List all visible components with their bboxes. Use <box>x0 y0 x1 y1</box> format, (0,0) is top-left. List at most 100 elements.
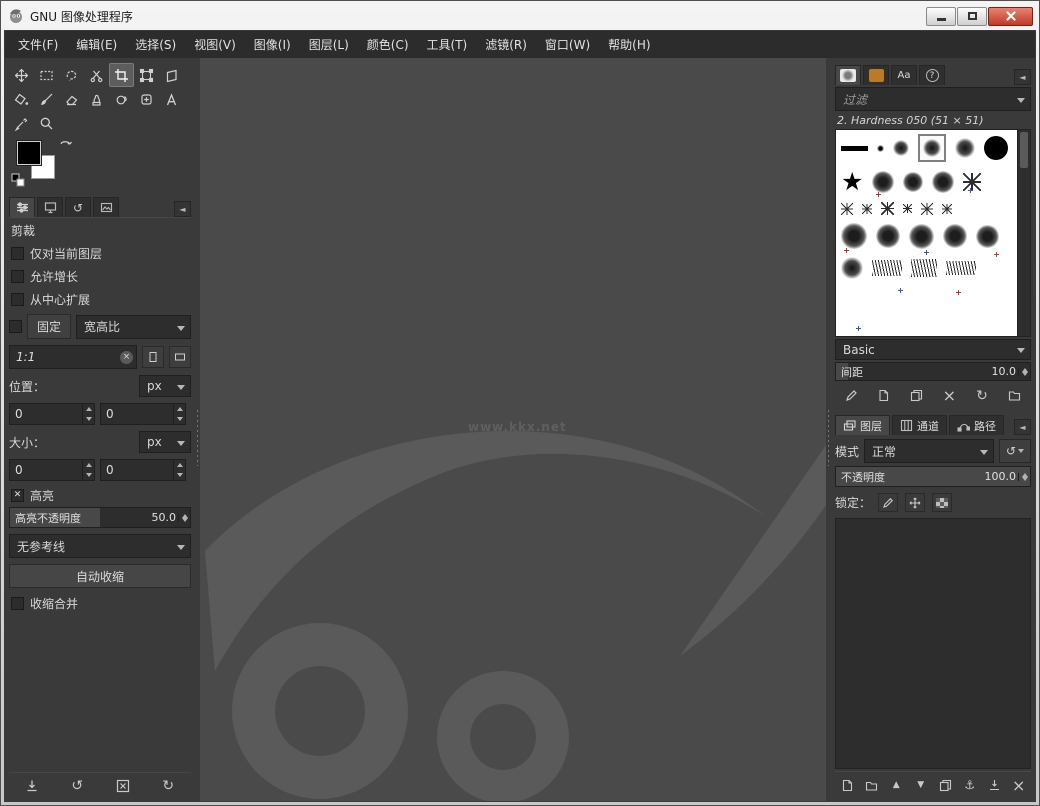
brush-thumbnail[interactable] <box>872 171 895 193</box>
option-current-layer-only[interactable]: 仅对当前图层 <box>9 242 191 265</box>
size-width-spinner[interactable] <box>9 459 95 481</box>
menu-file[interactable]: 文件(F) <box>9 31 67 58</box>
tool-color-picker[interactable] <box>9 111 34 135</box>
brush-thumbnail[interactable] <box>841 223 867 249</box>
brush-thumbnail[interactable] <box>946 261 976 275</box>
brush-thumbnail[interactable] <box>932 171 955 193</box>
checkbox-current-layer-only[interactable] <box>11 247 24 260</box>
brush-thumbnail[interactable] <box>921 202 933 215</box>
tab-tool-options[interactable] <box>9 197 35 217</box>
position-y-spinner[interactable] <box>100 403 186 425</box>
maximize-button[interactable] <box>957 6 987 26</box>
duplicate-brush-button[interactable] <box>904 385 930 407</box>
menu-select[interactable]: 选择(S) <box>126 31 185 58</box>
new-layer-button[interactable] <box>835 774 860 796</box>
tab-undo-history[interactable]: ↺ <box>65 197 91 217</box>
brush-thumbnail[interactable] <box>903 204 912 213</box>
tool-heal[interactable] <box>134 87 159 111</box>
brush-thumbnail[interactable] <box>881 202 894 215</box>
guides-combo[interactable]: 无参考线 <box>9 534 191 558</box>
clear-ratio-icon[interactable]: × <box>120 350 133 364</box>
brush-thumbnail[interactable] <box>976 224 999 248</box>
layer-opacity-slider[interactable]: 不透明度 100.0 <box>835 466 1031 487</box>
tool-zoom[interactable] <box>34 111 59 135</box>
brush-thumbnail[interactable] <box>876 224 900 248</box>
menu-edit[interactable]: 编辑(E) <box>67 31 126 58</box>
tool-bucket-fill[interactable] <box>9 87 34 111</box>
brush-thumbnail[interactable] <box>877 144 884 152</box>
lower-layer-button[interactable]: ▼ <box>909 774 934 796</box>
open-brush-as-image-button[interactable] <box>1002 385 1028 407</box>
menu-tools[interactable]: 工具(T) <box>418 31 477 58</box>
brush-thumbnail[interactable] <box>841 145 868 151</box>
tool-free-select[interactable] <box>59 63 84 87</box>
tab-fonts[interactable]: Aa <box>891 65 917 85</box>
menu-view[interactable]: 视图(V) <box>185 31 245 58</box>
fixed-combo[interactable]: 宽高比 <box>76 314 191 339</box>
close-button[interactable] <box>988 6 1033 26</box>
fixed-label[interactable]: 固定 <box>27 314 72 339</box>
delete-brush-button[interactable]: × <box>936 385 962 407</box>
position-x-spinner[interactable] <box>9 403 95 425</box>
brush-collection-combo[interactable]: Basic <box>835 339 1031 360</box>
brush-thumbnail[interactable]: ★ <box>841 169 863 194</box>
size-height-spinner[interactable] <box>100 459 186 481</box>
tool-text[interactable] <box>159 87 184 111</box>
option-allow-growing[interactable]: 允许增长 <box>9 265 191 288</box>
brush-thumbnail[interactable] <box>955 138 975 158</box>
new-layer-group-button[interactable] <box>860 774 885 796</box>
tab-channels[interactable]: 通道 <box>892 415 947 435</box>
brush-thumbnail-selected[interactable] <box>918 134 946 162</box>
checkbox-expand-from-center[interactable] <box>11 293 24 306</box>
tab-brushes[interactable] <box>835 65 861 85</box>
brush-thumbnail[interactable] <box>942 203 952 214</box>
brush-thumbnail[interactable] <box>903 172 924 192</box>
swap-colors-icon[interactable] <box>59 139 73 153</box>
brush-thumbnail[interactable] <box>911 259 937 277</box>
tool-smudge[interactable] <box>109 87 134 111</box>
save-tool-preset-button[interactable] <box>19 775 45 797</box>
menu-layer[interactable]: 图层(L) <box>300 31 358 58</box>
option-shrink-merged[interactable]: 收缩合并 <box>9 592 191 615</box>
lock-pixels-button[interactable] <box>878 493 899 512</box>
menu-image[interactable]: 图像(I) <box>245 31 300 58</box>
tab-images[interactable] <box>93 197 119 217</box>
menu-windows[interactable]: 窗口(W) <box>536 31 599 58</box>
restore-tool-preset-button[interactable]: ↺ <box>64 775 90 797</box>
tool-crop[interactable] <box>109 63 134 87</box>
raise-layer-button[interactable]: ▲ <box>884 774 909 796</box>
checkbox-shrink-merged[interactable] <box>11 597 24 610</box>
brush-dock-menu-button[interactable]: ◄ <box>1014 69 1031 85</box>
tool-eraser[interactable] <box>59 87 84 111</box>
brush-thumbnail[interactable] <box>841 257 863 279</box>
delete-layer-button[interactable]: × <box>1007 774 1032 796</box>
tool-scissors-select[interactable] <box>84 63 109 87</box>
brush-spacing-slider[interactable]: 间距 10.0 <box>835 362 1031 381</box>
highlight-opacity-slider[interactable]: 高亮不透明度 50.0 <box>9 507 191 528</box>
lock-position-button[interactable] <box>905 493 926 512</box>
layers-list[interactable] <box>835 518 1031 769</box>
brush-grid[interactable]: ★ <box>835 129 1018 337</box>
right-panel-resize-grip[interactable] <box>826 58 831 801</box>
mode-switch-button[interactable]: ↺ <box>999 439 1031 463</box>
foreground-color-swatch[interactable] <box>17 141 41 165</box>
tab-layers[interactable]: 图层 <box>835 415 890 435</box>
edit-brush-button[interactable] <box>838 385 864 407</box>
duplicate-layer-button[interactable] <box>933 774 958 796</box>
tool-perspective[interactable] <box>159 63 184 87</box>
portrait-button[interactable] <box>142 346 164 368</box>
tab-document-history[interactable]: ? <box>919 65 945 85</box>
brush-thumbnail[interactable] <box>984 136 1008 160</box>
titlebar[interactable]: GNU 图像处理程序 <box>4 4 1036 30</box>
brush-filter-combo[interactable]: 过滤 <box>835 87 1031 111</box>
canvas[interactable]: www.kkx.net <box>200 58 826 801</box>
layers-dock-menu-button[interactable]: ◄ <box>1014 419 1031 435</box>
tab-paths[interactable]: 路径 <box>949 415 1004 435</box>
checkbox-highlight[interactable]: ✕ <box>11 489 24 502</box>
left-dock-menu-button[interactable]: ◄ <box>174 201 191 217</box>
layer-mode-combo[interactable]: 正常 <box>864 439 994 463</box>
position-unit-combo[interactable]: px <box>139 375 191 397</box>
tab-device-status[interactable] <box>37 197 63 217</box>
checkbox-fixed[interactable] <box>9 320 22 333</box>
brush-thumbnail[interactable] <box>862 203 872 214</box>
